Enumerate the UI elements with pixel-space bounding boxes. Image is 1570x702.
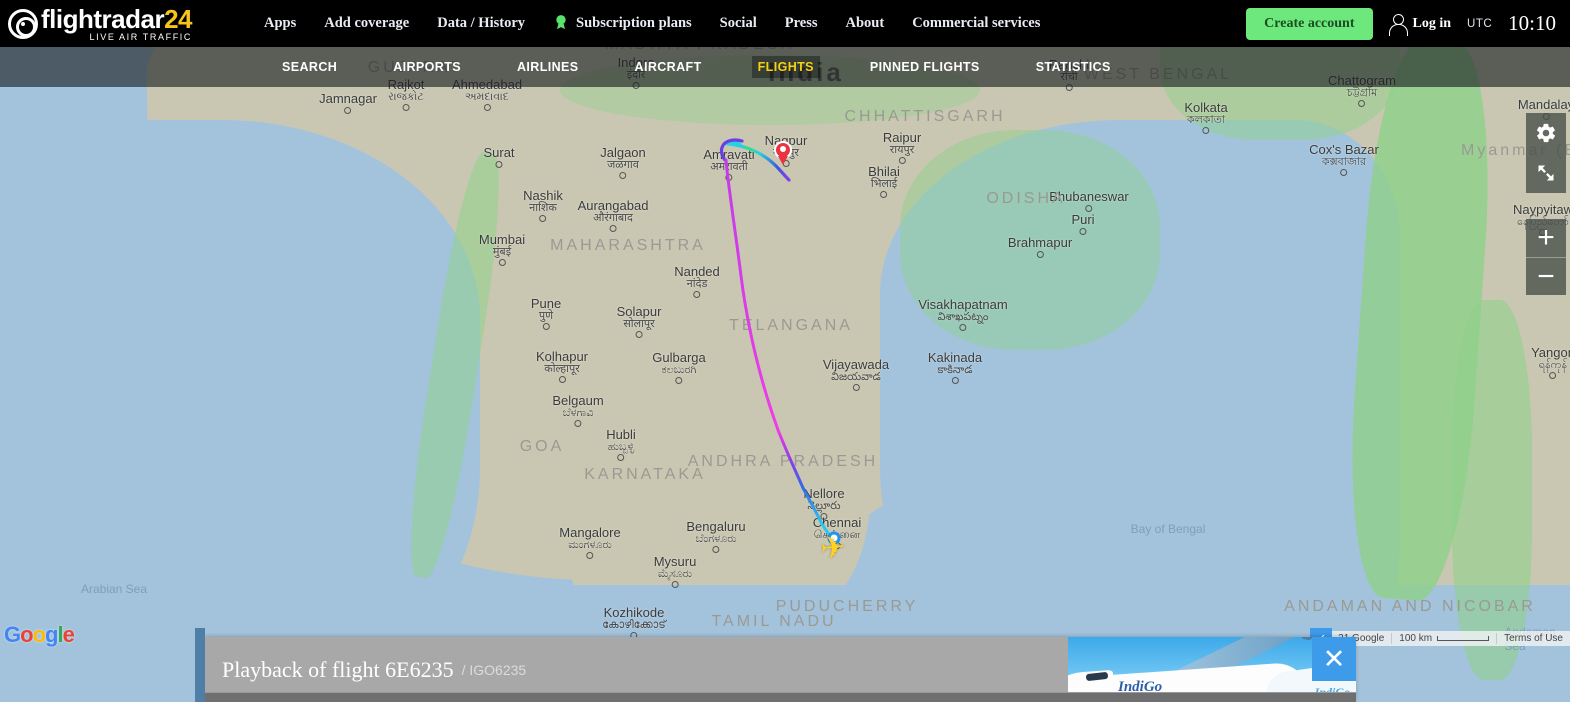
aircraft-icon[interactable]: ✈ (819, 531, 847, 566)
subnav-item-label: AIRLINES (516, 60, 579, 74)
map-canvas[interactable]: India JamnagarRajkotરાજકોટAhmedabadઅમદાવ… (0, 0, 1570, 702)
login-button[interactable]: Log in (1388, 14, 1452, 36)
playback-callsign: / IGO6235 (461, 661, 527, 678)
topnav-item-social[interactable]: Social (706, 15, 771, 32)
topnav-item-label: Subscription plans (576, 15, 692, 31)
playback-title: Playback of flight 6E6235 (222, 656, 454, 682)
topnav-item-label: About (845, 15, 885, 31)
top-nav-links: Apps Add coverage Data / History Subscripti… (250, 13, 1054, 35)
topnav-item-commercial-services[interactable]: Commercial services (898, 15, 1054, 32)
brand-number: 24 (164, 3, 192, 34)
top-navigation-bar: flightradar24 LIVE AIR TRAFFIC Apps Add c… (0, 0, 1570, 47)
map-controls[interactable]: + − (1526, 113, 1566, 295)
topnav-item-apps[interactable]: Apps (250, 15, 310, 32)
brand-wordmark: flightradar24 LIVE AIR TRAFFIC (41, 6, 192, 42)
topnav-item-label: Social (719, 15, 757, 31)
map-fullscreen-button[interactable] (1526, 153, 1566, 193)
topnav-item-press[interactable]: Press (771, 15, 832, 32)
map-attribution: ✓ 21 Google 100 km Terms of Use (1310, 628, 1570, 649)
topnav-item-add-coverage[interactable]: Add coverage (310, 15, 423, 32)
topnav-item-label: Data / History (437, 15, 526, 31)
origin-pin-icon[interactable] (774, 141, 792, 165)
clock-display: 10:10 (1508, 11, 1556, 35)
subnav-item-label: STATISTICS (1035, 60, 1111, 74)
subnav-item-statistics[interactable]: STATISTICS (1030, 56, 1117, 78)
topnav-item-label: Apps (264, 15, 297, 31)
brand-tagline: LIVE AIR TRAFFIC (89, 31, 192, 42)
google-logo: Google (4, 622, 75, 647)
zoom-in-button[interactable]: + (1526, 219, 1566, 257)
close-icon[interactable]: ✕ (1312, 637, 1356, 681)
playback-timeline-bar[interactable] (205, 693, 1356, 702)
radar-icon (8, 8, 38, 39)
subnav-item-pinned-flights[interactable]: PINNED FLIGHTS (864, 56, 986, 78)
topnav-item-label: Press (784, 15, 818, 31)
secondary-navigation-bar: SEARCH AIRPORTS AIRLINES AIRCRAFT FLIGHTS PIN… (0, 47, 1570, 87)
brand-name: flightradar (41, 3, 165, 34)
subnav-item-airlines[interactable]: AIRLINES (511, 56, 585, 78)
topnav-item-subscription-plans[interactable]: Subscription plans (539, 13, 706, 35)
subnav-item-label: AIRPORTS (393, 60, 461, 74)
expand-icon (1538, 165, 1554, 181)
subnav-item-label: AIRCRAFT (634, 60, 702, 74)
user-icon (1388, 14, 1408, 36)
map-zoom-controls[interactable]: + − (1526, 219, 1566, 295)
subnav-item-search[interactable]: SEARCH (276, 56, 343, 78)
panel-left-edge (195, 628, 205, 702)
brand-logo[interactable]: flightradar24 LIVE AIR TRAFFIC (0, 6, 250, 42)
attribution-scale: 100 km (1391, 633, 1496, 644)
create-account-button[interactable]: Create account (1246, 7, 1373, 40)
vegetation-eastern (900, 130, 1160, 350)
map-settings-button[interactable] (1526, 113, 1566, 153)
subnav-item-label: FLIGHTS (757, 60, 814, 74)
topnav-item-label: Add coverage (324, 15, 410, 31)
login-label: Log in (1412, 15, 1452, 31)
subnav-item-airports[interactable]: AIRPORTS (387, 56, 467, 78)
topnav-item-label: Commercial services (912, 15, 1041, 31)
topnav-item-about[interactable]: About (832, 15, 899, 32)
subnav-item-label: PINNED FLIGHTS (869, 60, 980, 74)
subnav-item-flights[interactable]: FLIGHTS (751, 56, 820, 78)
attribution-terms[interactable]: Terms of Use (1496, 633, 1570, 644)
top-bar-actions: Create account Log in UTC 10:10 (1246, 7, 1570, 40)
gear-icon (1536, 123, 1556, 143)
timezone-label: UTC (1467, 17, 1493, 30)
zoom-out-button[interactable]: − (1526, 257, 1566, 295)
playback-panel: Playback of flight 6E6235 / IGO6235 Indi… (195, 628, 1356, 702)
medal-icon (553, 13, 569, 35)
subnav-item-aircraft[interactable]: AIRCRAFT (629, 56, 708, 78)
topnav-item-data-history[interactable]: Data / History (423, 15, 539, 32)
vegetation-myanmar-south (1452, 300, 1532, 680)
subnav-item-label: SEARCH (282, 60, 338, 74)
